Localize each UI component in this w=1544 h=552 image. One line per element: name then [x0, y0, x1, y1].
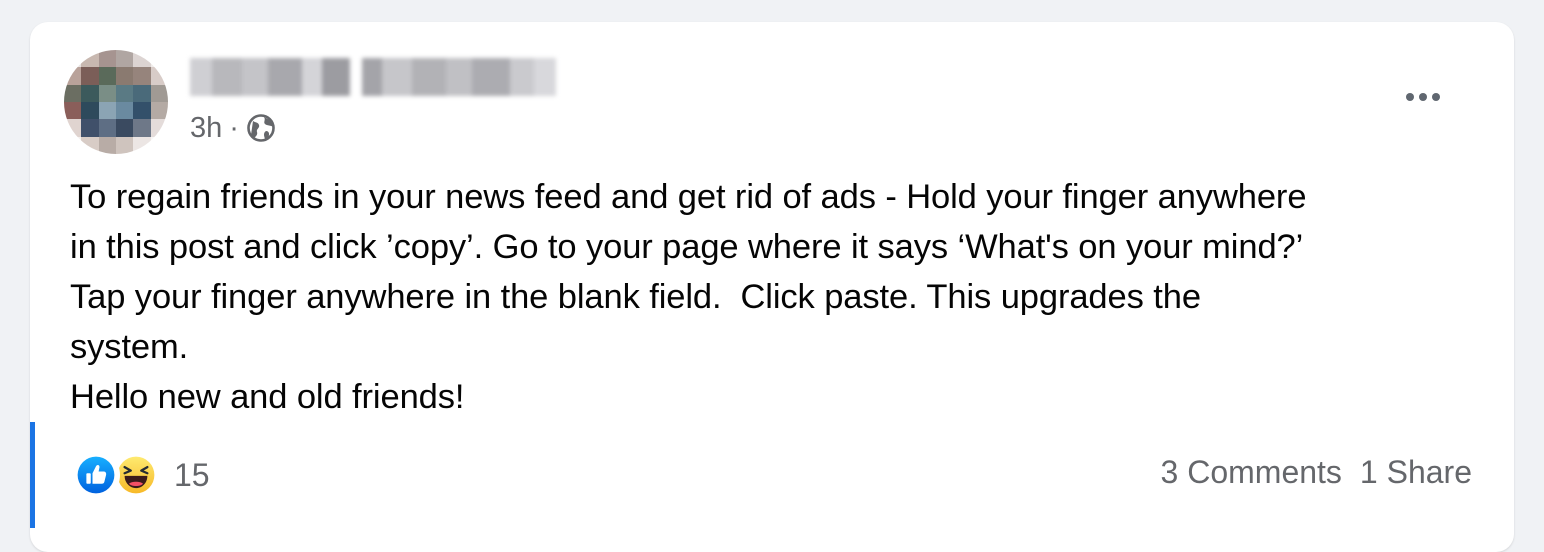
meta-separator: · [229, 111, 239, 144]
author-name-redacted[interactable] [190, 58, 556, 96]
more-horizontal-icon-dot [1419, 93, 1427, 101]
globe-icon[interactable] [246, 113, 276, 143]
more-horizontal-icon [1406, 93, 1414, 101]
post-text: To regain friends in your news feed and … [70, 172, 1490, 422]
focus-accent-bar [30, 422, 35, 528]
shares-count-link[interactable]: 1 Share [1360, 454, 1472, 491]
post-text-line: system. [70, 328, 189, 366]
more-horizontal-icon-dot [1432, 93, 1440, 101]
avatar[interactable] [64, 50, 168, 154]
engagement-stats: 3 Comments 1 Share [1161, 454, 1472, 491]
post-text-line: Hello new and old friends! [70, 378, 465, 416]
post-text-line: To regain friends in your news feed and … [70, 178, 1307, 216]
comments-count-link[interactable]: 3 Comments [1161, 454, 1342, 491]
like-icon [72, 451, 120, 499]
post-text-line: in this post and click ’copy’. Go to you… [70, 228, 1304, 266]
post-meta: 3h · [190, 110, 276, 146]
reactions-summary[interactable]: 15 [72, 450, 210, 500]
post-timestamp[interactable]: 3h [190, 112, 222, 145]
more-options-button[interactable] [1398, 80, 1448, 114]
post-text-line: Tap your finger anywhere in the blank fi… [70, 278, 1201, 316]
reaction-count: 15 [174, 456, 210, 493]
